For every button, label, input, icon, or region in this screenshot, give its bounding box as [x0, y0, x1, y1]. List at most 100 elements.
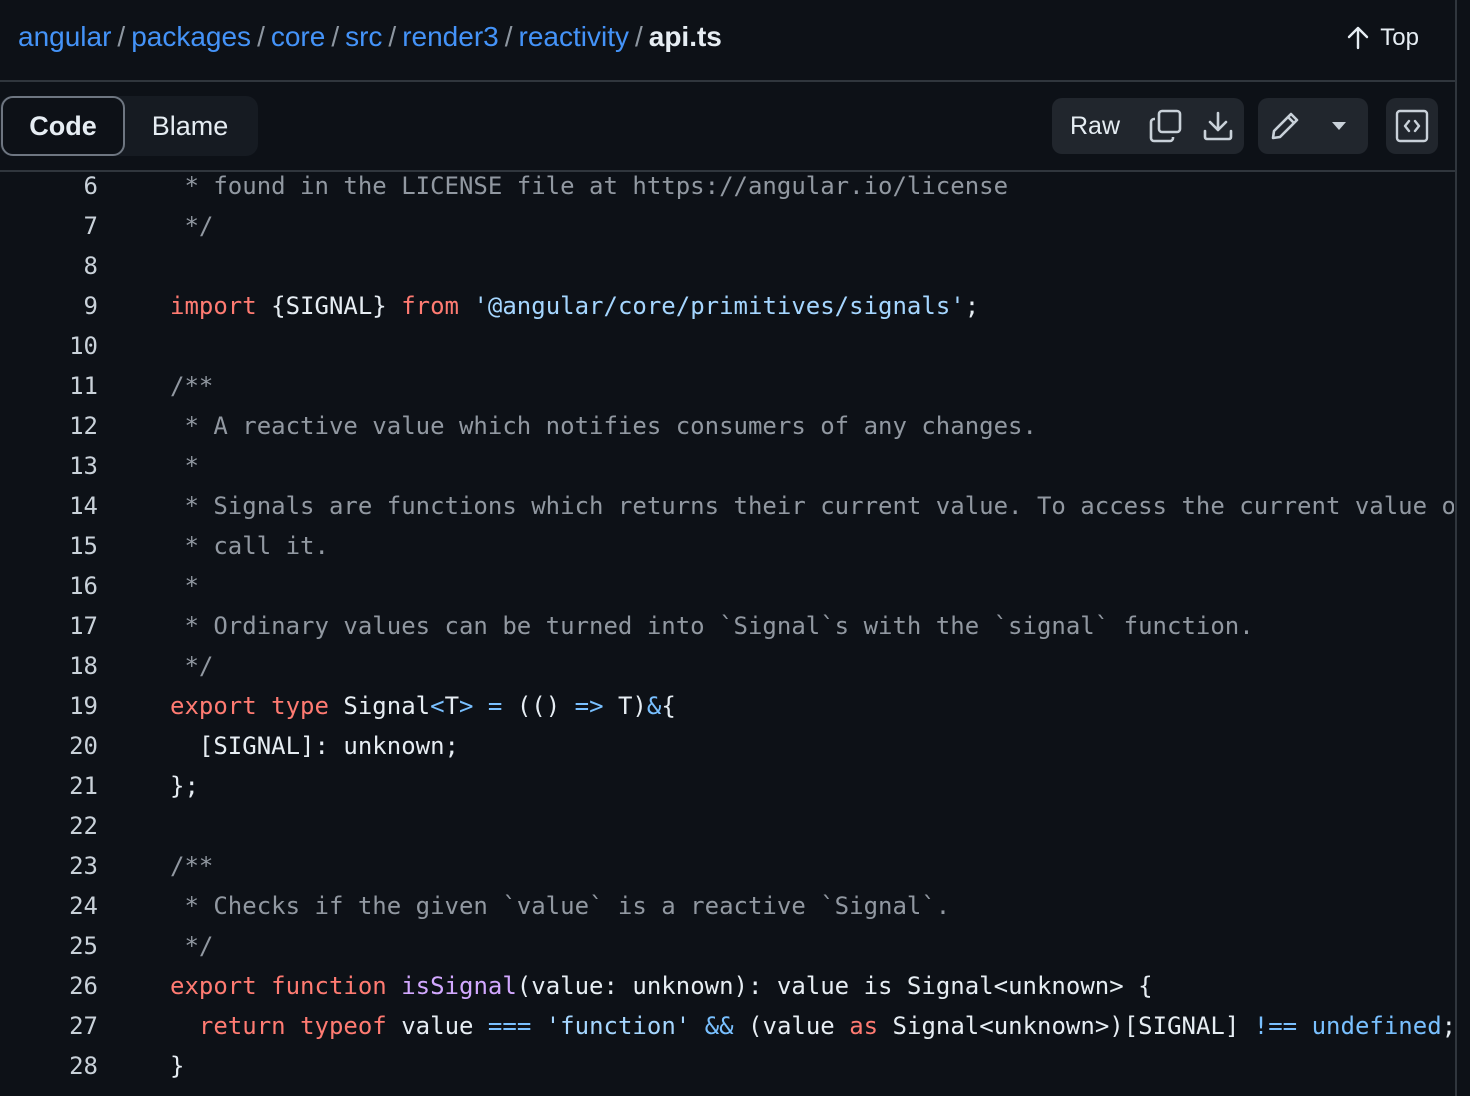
- code-line: 26 export function isSignal(value: unknow…: [0, 966, 1454, 1006]
- code-line: 7 */: [0, 206, 1454, 246]
- code-line: 10: [0, 326, 1454, 366]
- edit-options-button[interactable]: [1312, 98, 1366, 154]
- line-number[interactable]: 17: [0, 606, 98, 646]
- code-line: 19 export type Signal<T> = (() => T)&{: [0, 686, 1454, 726]
- line-number[interactable]: 7: [0, 206, 98, 246]
- code-line: 24 * Checks if the given `value` is a re…: [0, 886, 1454, 926]
- code-token: * found in the LICENSE file at https://a…: [170, 172, 1009, 200]
- code-token: export: [170, 972, 257, 1000]
- code-token: <: [430, 692, 445, 720]
- breadcrumb-link-core[interactable]: core: [271, 21, 325, 52]
- code-token: isSignal: [401, 972, 517, 1000]
- line-number[interactable]: 21: [0, 766, 98, 806]
- file-toolbar: Code Blame Raw: [0, 82, 1455, 172]
- line-number[interactable]: 22: [0, 806, 98, 846]
- symbols-panel-button[interactable]: [1386, 98, 1438, 154]
- code-line: 9 import {SIGNAL} from '@angular/core/pri…: [0, 286, 1454, 326]
- breadcrumb-separator: /: [257, 21, 265, 52]
- code-token: type: [271, 692, 329, 720]
- line-number[interactable]: 24: [0, 886, 98, 926]
- line-number[interactable]: 9: [0, 286, 98, 326]
- breadcrumb-link-src[interactable]: src: [345, 21, 382, 52]
- code-token: * Checks if the given `value` is a react…: [170, 892, 951, 920]
- raw-button[interactable]: Raw: [1052, 112, 1140, 141]
- pencil-icon: [1271, 112, 1299, 140]
- code-line: 8: [0, 246, 1454, 286]
- code-token: undefined: [1311, 1012, 1442, 1040]
- line-number[interactable]: 6: [0, 166, 98, 206]
- code-token: return: [198, 1012, 286, 1040]
- code-token: * A reactive value which notifies consum…: [170, 412, 1037, 440]
- breadcrumb-link-packages[interactable]: packages: [131, 21, 251, 52]
- line-number[interactable]: 28: [0, 1046, 98, 1086]
- line-number[interactable]: 18: [0, 646, 98, 686]
- copy-button[interactable]: [1140, 98, 1192, 154]
- code-text: */: [170, 206, 213, 246]
- code-square-icon: [1395, 109, 1429, 143]
- line-number[interactable]: 10: [0, 326, 98, 366]
- breadcrumb-link-render3[interactable]: render3: [402, 21, 499, 52]
- code-token: ;: [1442, 1012, 1454, 1040]
- code-token: >: [459, 692, 474, 720]
- code-line: 20 [SIGNAL]: unknown;: [0, 726, 1454, 766]
- line-number[interactable]: 23: [0, 846, 98, 886]
- line-number[interactable]: 8: [0, 246, 98, 286]
- code-token: */: [170, 932, 214, 960]
- top-button[interactable]: Top: [1346, 20, 1419, 56]
- line-number[interactable]: 25: [0, 926, 98, 966]
- top-button-label: Top: [1380, 24, 1419, 51]
- code-text: * call it.: [170, 526, 329, 566]
- code-text: *: [170, 566, 198, 606]
- code-token: };: [170, 772, 199, 800]
- code-line: 15 * call it.: [0, 526, 1454, 566]
- arrow-up-icon: [1348, 26, 1369, 50]
- code-line: 27 return typeof value === 'function' &&…: [0, 1006, 1454, 1046]
- code-text: * found in the LICENSE file at https://a…: [170, 166, 1008, 206]
- line-number[interactable]: 14: [0, 486, 98, 526]
- code-text: /**: [170, 846, 213, 886]
- line-number[interactable]: 27: [0, 1006, 98, 1046]
- edit-file-button[interactable]: [1258, 98, 1312, 154]
- line-number[interactable]: 19: [0, 686, 98, 726]
- code-token: =>: [574, 692, 604, 720]
- breadcrumb-link-angular[interactable]: angular: [18, 21, 111, 52]
- code-line: 23 /**: [0, 846, 1454, 886]
- line-number[interactable]: 13: [0, 446, 98, 486]
- code-text: * Signals are functions which returns th…: [170, 486, 1454, 526]
- code-token: '@angular/core/primitives/signals': [473, 292, 965, 320]
- code-line: 16 *: [0, 566, 1454, 606]
- download-button[interactable]: [1192, 98, 1244, 154]
- code-token: as: [849, 1012, 879, 1040]
- breadcrumb-link-reactivity[interactable]: reactivity: [519, 21, 629, 52]
- code-token: {: [661, 692, 676, 720]
- line-number[interactable]: 15: [0, 526, 98, 566]
- code-token: value: [386, 1012, 488, 1040]
- tab-code[interactable]: Code: [1, 96, 125, 156]
- code-token: }: [170, 1052, 185, 1080]
- code-text: /**: [170, 366, 213, 406]
- code-text: *: [170, 446, 198, 486]
- code-token: ;: [964, 292, 980, 320]
- code-line: 28}: [0, 1046, 1454, 1086]
- code-text: [SIGNAL]: unknown;: [170, 726, 459, 766]
- line-number[interactable]: 12: [0, 406, 98, 446]
- line-number[interactable]: 20: [0, 726, 98, 766]
- code-token: from: [401, 292, 459, 320]
- code-token: function: [271, 972, 387, 1000]
- file-header: angular / packages / core / src / render3/reacti…: [0, 0, 1455, 82]
- tab-blame[interactable]: Blame: [125, 97, 255, 155]
- line-number[interactable]: 16: [0, 566, 98, 606]
- code-token: */: [170, 652, 214, 680]
- code-token: &&: [704, 1012, 734, 1040]
- line-number[interactable]: 11: [0, 366, 98, 406]
- code-text: import {SIGNAL} from '@angular/core/prim…: [170, 286, 979, 326]
- breadcrumb-separator: /: [634, 21, 643, 52]
- line-number[interactable]: 26: [0, 966, 98, 1006]
- breadcrumb-separator: /: [388, 21, 397, 52]
- code-text: */: [170, 646, 213, 686]
